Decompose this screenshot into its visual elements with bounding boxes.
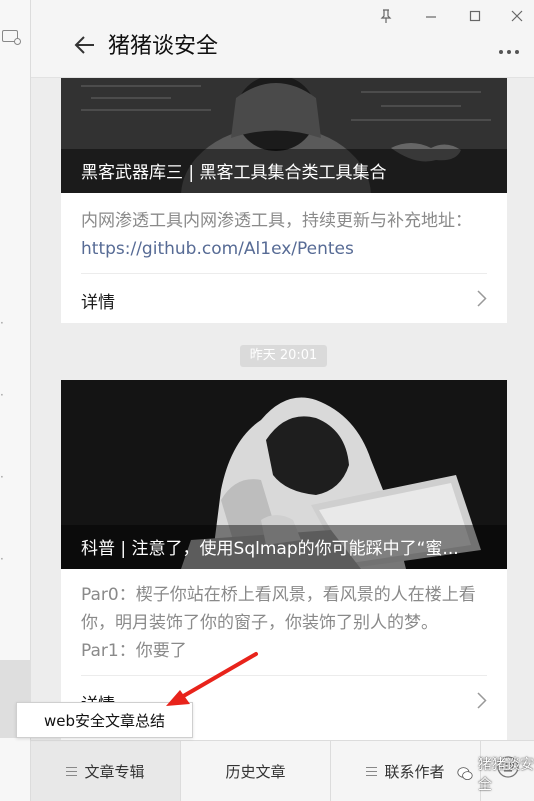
annotation-arrow (166, 652, 258, 706)
menu-history-articles[interactable]: 历史文章 (180, 741, 330, 801)
chevron-right-icon (477, 290, 487, 307)
article-digest: 内网渗透工具内网渗透工具，持续更新与补充地址： https://github.co… (61, 193, 507, 273)
digest-text: Par0：楔子你站在桥上看风景，看风景的人在楼上看你，明月装饰了你的窗子，你装饰… (81, 585, 476, 661)
window-icon (2, 30, 21, 45)
article-feed[interactable]: 黑客武器库三 | 黑客工具集合类工具集合 内网渗透工具内网渗透工具，持续更新与补… (31, 78, 534, 740)
digest-link[interactable]: https://github.com/Al1ex/Pentes (81, 239, 354, 259)
more-options-icon[interactable] (498, 48, 520, 56)
minimize-icon[interactable] (421, 6, 441, 26)
menu-label: 文章专辑 (84, 763, 145, 781)
wechat-logo-icon (457, 767, 473, 780)
official-account-window: 猪猪谈安全 黑客武器库三 | 黑客工具集合类工具集合 内网渗透工具内网渗透工具，… (31, 0, 534, 801)
dot-mark: · (0, 552, 4, 566)
dot-mark: · (0, 316, 4, 330)
article-title: 科普 | 注意了，使用Sqlmap的你可能踩中了“蜜... (61, 525, 507, 569)
article-digest: Par0：楔子你站在桥上看风景，看风景的人在楼上看你，明月装饰了你的窗子，你装饰… (61, 569, 507, 675)
digest-text: 内网渗透工具内网渗透工具，持续更新与补充地址： (81, 211, 472, 231)
detail-label: 详情 (81, 293, 115, 313)
menu-list-icon (66, 767, 78, 776)
timestamp-badge: 昨天 20:01 (240, 345, 327, 367)
page-title: 猪猪谈安全 (108, 34, 219, 59)
title-bar: 猪猪谈安全 (31, 0, 534, 78)
menu-list-icon (366, 767, 378, 776)
menu-label: 联系作者 (384, 763, 445, 781)
detail-row[interactable]: 详情 (81, 273, 487, 323)
back-arrow-icon[interactable] (73, 33, 97, 57)
menu-label: 历史文章 (225, 763, 286, 781)
article-cover[interactable]: 黑客武器库三 | 黑客工具集合类工具集合 (61, 78, 507, 193)
dot-mark: · (0, 470, 4, 484)
dot-mark: · (0, 388, 4, 402)
close-icon[interactable] (507, 6, 527, 26)
article-cover[interactable]: 科普 | 注意了，使用Sqlmap的你可能踩中了“蜜... (61, 380, 507, 569)
article-title: 黑客武器库三 | 黑客工具集合类工具集合 (61, 149, 507, 193)
pin-icon[interactable] (376, 6, 396, 26)
article-card[interactable]: 科普 | 注意了，使用Sqlmap的你可能踩中了“蜜... Par0：楔子你站在… (61, 380, 507, 740)
watermark-text: 猪猪谈安全 (478, 757, 534, 793)
article-card[interactable]: 黑客武器库三 | 黑客工具集合类工具集合 内网渗透工具内网渗透工具，持续更新与补… (61, 78, 507, 323)
menu-article-albums[interactable]: 文章专辑 (31, 741, 180, 801)
chevron-right-icon (477, 692, 487, 709)
maximize-icon[interactable] (465, 6, 485, 26)
watermark: 猪猪谈安全 (457, 757, 534, 793)
background-window-strip: · · · · (0, 0, 31, 801)
